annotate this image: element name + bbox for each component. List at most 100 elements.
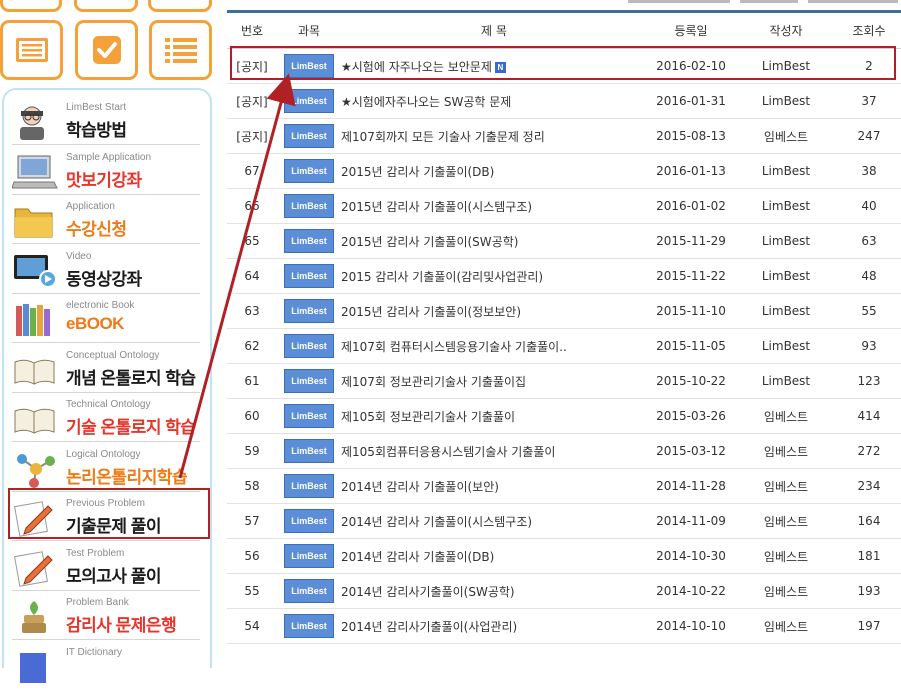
row-title-cell: 제105회컴퓨터응용시스템기술사 기출풀이 <box>341 433 647 469</box>
table-row[interactable]: 54 LimBest 2014년 감리사기출풀이(사업관리) 2014-10-10 임베… <box>227 608 901 644</box>
row-author: LimBest <box>735 83 837 119</box>
post-title-link[interactable]: 제107회 컴퓨터시스템응용기술사 기출풀이.. <box>341 340 567 354</box>
table-row[interactable]: 61 LimBest 제107회 정보관리기술사 기출풀이집 2015-10-22 Li… <box>227 363 901 399</box>
post-title-link[interactable]: 제105회컴퓨터응용시스템기술사 기출풀이 <box>341 445 555 459</box>
row-author: LimBest <box>735 223 837 259</box>
row-subject-cell: LimBest <box>277 83 341 119</box>
row-date: 2015-03-12 <box>647 433 735 469</box>
row-number: 55 <box>227 573 277 609</box>
subject-badge: LimBest <box>284 544 334 568</box>
table-row[interactable]: [공지] LimBest ★시험에자주나오는 SW공학 문제 2016-01-31 Li… <box>227 83 901 119</box>
sidebar-item-10[interactable]: Test Problem 모의고사 풀이 <box>8 542 200 591</box>
post-title-link[interactable]: 제107회까지 모든 기술사 기출문제 정리 <box>341 130 545 144</box>
header-title: 제 목 <box>341 12 647 49</box>
post-title-link[interactable]: ★시험에 자주나오는 보안문제 <box>341 60 492 74</box>
sidebar-item-subtitle: Application <box>66 201 115 212</box>
sidebar-item-12[interactable]: IT Dictionary <box>8 641 200 690</box>
header-num: 번호 <box>227 12 277 49</box>
row-views: 38 <box>837 153 901 189</box>
row-date: 2016-02-10 <box>647 48 735 84</box>
sidebar-item-4[interactable]: Video 동영상강좌 <box>8 245 200 294</box>
row-number: 57 <box>227 503 277 539</box>
sidebar-item-3[interactable]: Application 수강신청 <box>8 195 200 244</box>
row-title-cell: 2015년 감리사 기출풀이(정보보안) <box>341 293 647 329</box>
row-views: 123 <box>837 363 901 399</box>
row-number: 67 <box>227 153 277 189</box>
sidebar-item-subtitle: Video <box>66 250 92 262</box>
sidebar-item-subtitle: Conceptual Ontology <box>66 349 160 361</box>
post-title-link[interactable]: 2015 감리사 기출풀이(감리및사업관리) <box>341 270 543 284</box>
pencil-paper-icon <box>12 548 58 588</box>
sidebar-item-label: 모의고사 풀이 <box>66 566 162 586</box>
row-views: 164 <box>837 503 901 539</box>
subject-badge: LimBest <box>284 124 334 148</box>
row-number: 59 <box>227 433 277 469</box>
sidebar-item-1[interactable]: LimBest Start 학습방법 <box>8 96 200 145</box>
table-row[interactable]: 63 LimBest 2015년 감리사 기출풀이(정보보안) 2015-11-10 L… <box>227 293 901 329</box>
laptop-icon <box>11 152 58 192</box>
row-author: LimBest <box>735 153 837 189</box>
table-row[interactable]: 57 LimBest 2014년 감리사 기출풀이(시스템구조) 2014-11-09… <box>227 503 901 539</box>
list-lines-button[interactable] <box>149 20 212 80</box>
post-title-link[interactable]: 2015년 감리사 기출풀이(정보보안) <box>341 305 521 319</box>
table-row[interactable]: [공지] LimBest ★시험에 자주나오는 보안문제 N 2016-02-10 Lim… <box>227 48 901 84</box>
sidebar-item-label: 감리사 문제은행 <box>66 616 177 635</box>
row-author: 임베스트 <box>735 573 837 609</box>
post-title-link[interactable]: ★시험에자주나오는 SW공학 문제 <box>341 95 511 109</box>
checkbox-button[interactable] <box>75 20 138 80</box>
top-stub-button-2[interactable] <box>74 0 138 12</box>
sidebar-item-11[interactable]: Problem Bank 감리사 문제은행 <box>8 591 200 640</box>
row-subject-cell: LimBest <box>277 573 341 609</box>
row-subject-cell: LimBest <box>277 433 341 469</box>
table-row[interactable]: 59 LimBest 제105회컴퓨터응용시스템기술사 기출풀이 2015-03-12… <box>227 433 901 469</box>
row-views: 197 <box>837 608 901 644</box>
table-row[interactable]: [공지] LimBest 제107회까지 모든 기술사 기출문제 정리 2015-08… <box>227 118 901 154</box>
top-control-3[interactable] <box>808 0 898 3</box>
top-stub-button-3[interactable] <box>148 0 212 12</box>
table-row[interactable]: 62 LimBest 제107회 컴퓨터시스템응용기술사 기출풀이.. 2015-11… <box>227 328 901 364</box>
sidebar-item-6[interactable]: Conceptual Ontology 개념 온톨로지 학습 <box>8 344 200 393</box>
top-control-1[interactable] <box>628 0 730 3</box>
subject-badge: LimBest <box>284 474 334 498</box>
row-date: 2014-11-28 <box>647 468 735 504</box>
list-card-button[interactable] <box>0 20 63 80</box>
post-title-link[interactable]: 2014년 감리사 기출풀이(보안) <box>341 480 499 494</box>
post-title-link[interactable]: 제105회 정보관리기술사 기출풀이 <box>341 410 515 424</box>
subject-badge: LimBest <box>284 194 334 218</box>
row-views: 48 <box>837 258 901 294</box>
sidebar-item-7[interactable]: Technical Ontology 기술 온톨로지 학습 <box>8 393 200 442</box>
post-title-link[interactable]: 2015년 감리사 기출풀이(시스템구조) <box>341 200 532 214</box>
post-title-link[interactable]: 2015년 감리사 기출풀이(SW공학) <box>341 235 518 249</box>
top-stub-button-1[interactable] <box>0 0 62 12</box>
sidebar-item-5[interactable]: electronic Book eBOOK <box>8 294 200 343</box>
row-number: 60 <box>227 398 277 434</box>
table-row[interactable]: 58 LimBest 2014년 감리사 기출풀이(보안) 2014-11-28 임베스… <box>227 468 901 504</box>
list-lines-icon <box>164 38 197 63</box>
row-number: 58 <box>227 468 277 504</box>
sidebar-item-subtitle: Sample Application <box>66 151 152 163</box>
post-title-link[interactable]: 2014년 감리사기출풀이(사업관리) <box>341 620 517 634</box>
sidebar-item-subtitle: Test Problem <box>66 547 125 559</box>
top-control-2[interactable] <box>740 0 798 3</box>
row-date: 2014-11-09 <box>647 503 735 539</box>
post-title-link[interactable]: 제107회 정보관리기술사 기출풀이집 <box>341 375 526 389</box>
row-author: LimBest <box>735 48 837 84</box>
table-row[interactable]: 66 LimBest 2015년 감리사 기출풀이(시스템구조) 2016-01-02… <box>227 188 901 224</box>
row-views: 181 <box>837 538 901 574</box>
table-row[interactable]: 64 LimBest 2015 감리사 기출풀이(감리및사업관리) 2015-11-2… <box>227 258 901 294</box>
post-title-link[interactable]: 2014년 감리사 기출풀이(DB) <box>341 550 494 564</box>
table-row[interactable]: 56 LimBest 2014년 감리사 기출풀이(DB) 2014-10-30 임베스… <box>227 538 901 574</box>
post-title-link[interactable]: 2014년 감리사 기출풀이(시스템구조) <box>341 515 532 529</box>
post-title-link[interactable]: 2014년 감리사기출풀이(SW공학) <box>341 585 515 599</box>
row-number: [공지] <box>227 48 277 84</box>
post-title-link[interactable]: 2015년 감리사 기출풀이(DB) <box>341 165 494 179</box>
table-row[interactable]: 67 LimBest 2015년 감리사 기출풀이(DB) 2016-01-13 Lim… <box>227 153 901 189</box>
sidebar-item-8[interactable]: Logical Ontology 논리온톨리지학습 <box>8 443 200 492</box>
row-subject-cell: LimBest <box>277 363 341 399</box>
table-row[interactable]: 60 LimBest 제105회 정보관리기술사 기출풀이 2015-03-26 임베스… <box>227 398 901 434</box>
sidebar-item-2[interactable]: Sample Application 맛보기강좌 <box>8 146 200 195</box>
table-row[interactable]: 55 LimBest 2014년 감리사기출풀이(SW공학) 2014-10-22 임베… <box>227 573 901 609</box>
row-date: 2015-11-22 <box>647 258 735 294</box>
row-date: 2014-10-22 <box>647 573 735 609</box>
table-row[interactable]: 65 LimBest 2015년 감리사 기출풀이(SW공학) 2015-11-29 L… <box>227 223 901 259</box>
